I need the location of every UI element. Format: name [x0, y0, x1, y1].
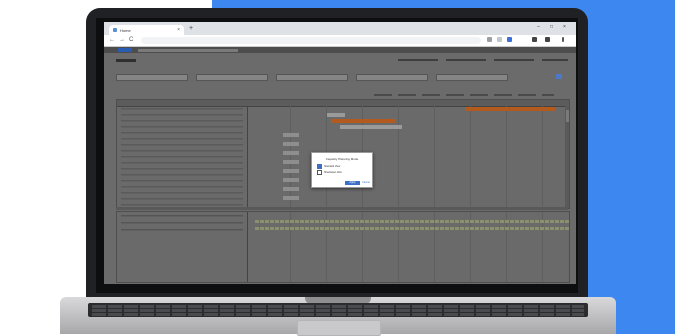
date-field[interactable]	[196, 74, 268, 81]
filter-select[interactable]	[436, 74, 508, 81]
view-select[interactable]	[276, 74, 348, 81]
horizontal-scrollbar[interactable]	[116, 207, 568, 210]
gantt-bar[interactable]	[283, 133, 299, 137]
job-list	[117, 106, 248, 208]
gantt-bar[interactable]	[283, 160, 299, 164]
forward-icon[interactable]: →	[119, 37, 125, 44]
gantt-bar[interactable]	[465, 107, 555, 111]
page-header	[104, 56, 576, 64]
capacity-planning-dialog: Capacity Planning Mode Standard View Sha…	[311, 152, 373, 188]
gantt-bar[interactable]	[283, 196, 299, 200]
brand-logo	[118, 48, 132, 52]
key-row	[92, 313, 584, 316]
header-links[interactable]	[398, 59, 568, 61]
group-select[interactable]	[356, 74, 428, 81]
apply-button[interactable]: Apply	[345, 181, 360, 185]
gantt-bar[interactable]	[283, 142, 299, 146]
gantt-bar[interactable]	[340, 125, 402, 129]
radio-checked-icon[interactable]	[317, 164, 322, 169]
more-menu-icon[interactable]	[562, 37, 564, 42]
browser-tab-strip: Home × + – □ ×	[104, 22, 576, 35]
browser-tab[interactable]: Home ×	[109, 25, 184, 35]
resource-rows[interactable]	[121, 215, 243, 235]
cancel-button[interactable]: Cancel	[361, 181, 371, 185]
key-row	[92, 305, 584, 308]
page-title	[116, 59, 136, 62]
vertical-scrollbar[interactable]	[565, 106, 569, 208]
app-header	[104, 47, 576, 53]
option-label: Shadowed Jobs	[324, 171, 342, 175]
zoom-icon[interactable]	[487, 37, 492, 42]
dialog-title: Capacity Planning Mode	[325, 157, 359, 161]
reload-icon[interactable]: C	[129, 37, 133, 44]
gantt-timeline	[255, 106, 569, 208]
gantt-bar[interactable]	[331, 119, 395, 123]
option-shadowed-jobs[interactable]: Shadowed Jobs	[317, 170, 342, 175]
gantt-bar[interactable]	[327, 113, 345, 117]
breadcrumb	[138, 48, 238, 52]
capacity-row	[255, 227, 569, 230]
sidebar-icon[interactable]	[545, 37, 550, 42]
tab-title: Home	[120, 27, 131, 33]
address-bar-row: ← → C	[104, 35, 576, 47]
toolbar-actions[interactable]	[374, 94, 554, 96]
screen: Home × + – □ × ← → C Capacity Planning M…	[104, 22, 576, 284]
laptop-mockup: Home × + – □ × ← → C Capacity Planning M…	[0, 0, 675, 336]
back-icon[interactable]: ←	[109, 37, 115, 44]
new-tab-button[interactable]: +	[189, 25, 193, 32]
gantt-bar[interactable]	[283, 178, 299, 182]
job-rows[interactable]	[121, 108, 243, 208]
minimize-icon[interactable]: –	[537, 24, 540, 30]
key-row	[92, 309, 584, 312]
filter-bar	[104, 67, 576, 85]
search-button[interactable]	[556, 74, 562, 79]
maximize-icon[interactable]: □	[550, 24, 553, 30]
gantt-bar[interactable]	[283, 187, 299, 191]
extension-icon[interactable]	[507, 37, 512, 42]
url-input[interactable]	[141, 37, 481, 44]
share-icon[interactable]	[497, 37, 502, 42]
option-label: Standard View	[324, 165, 341, 169]
gantt-bar[interactable]	[283, 169, 299, 173]
option-standard-view[interactable]: Standard View	[317, 164, 340, 169]
favicon-icon	[113, 28, 117, 32]
extensions-puzzle-icon[interactable]	[532, 37, 537, 42]
capacity-row	[255, 220, 569, 223]
gantt-bar[interactable]	[283, 151, 299, 155]
scrollbar-thumb[interactable]	[565, 110, 569, 122]
resource-select[interactable]	[116, 74, 188, 81]
close-tab-icon[interactable]: ×	[177, 27, 180, 33]
capacity-grid	[116, 211, 570, 283]
close-window-icon[interactable]: ×	[563, 24, 566, 30]
radio-unchecked-icon[interactable]	[317, 170, 322, 175]
capacity-timeline	[255, 212, 569, 282]
resource-list	[117, 212, 248, 282]
